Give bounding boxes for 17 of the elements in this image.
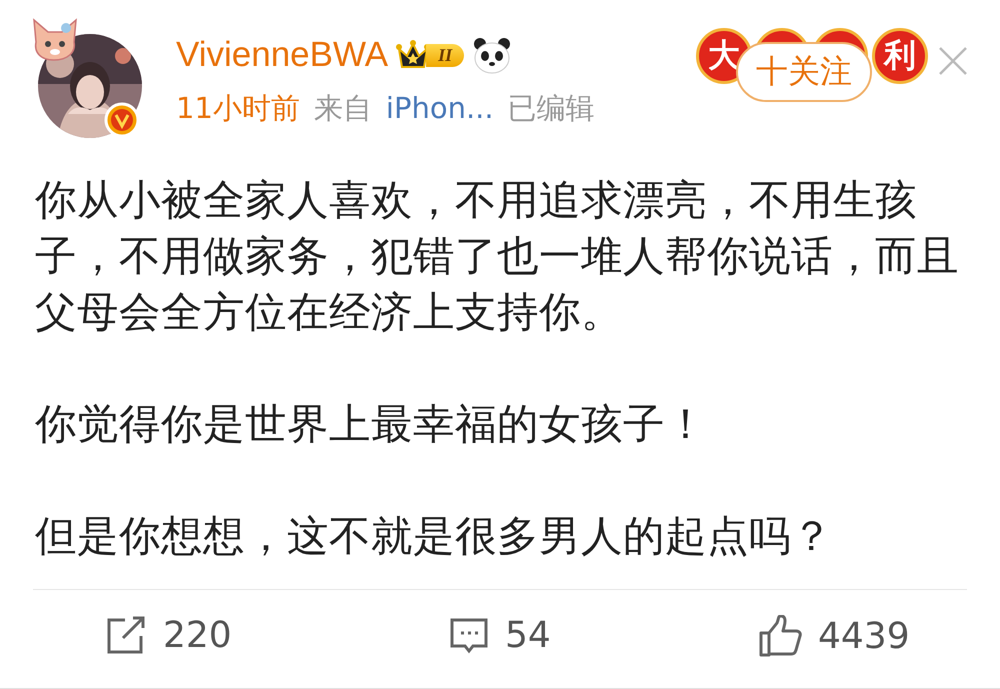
repost-count: 220 — [163, 615, 232, 656]
banner-character: 利 — [872, 28, 928, 84]
level-badge: II — [426, 44, 464, 66]
panda-icon — [472, 36, 512, 74]
post-paragraph: 你从小被全家人喜欢，不用追求漂亮，不用生孩子，不用做家务，犯错了也一堆人帮你说话，而且父母会全方位在经济上支持你。 — [35, 174, 960, 338]
post-time: 11小时前 — [176, 90, 300, 126]
post-paragraph: 但是你想想，这不就是很多男人的起点吗？ — [35, 510, 834, 562]
comment-count: 54 — [505, 615, 551, 656]
like-count: 4439 — [818, 616, 910, 656]
comment-icon[interactable] — [449, 616, 489, 656]
username[interactable]: VivienneBWA — [176, 32, 388, 78]
edited-label: 已编辑 — [508, 90, 595, 126]
thumbs-up-icon[interactable] — [758, 615, 802, 657]
source-link[interactable]: iPhon... — [386, 90, 494, 126]
source-label: 来自 — [314, 90, 372, 126]
post-paragraph: 你觉得你是世界上最幸福的女孩子！ — [35, 398, 708, 450]
share-icon[interactable] — [105, 616, 147, 656]
